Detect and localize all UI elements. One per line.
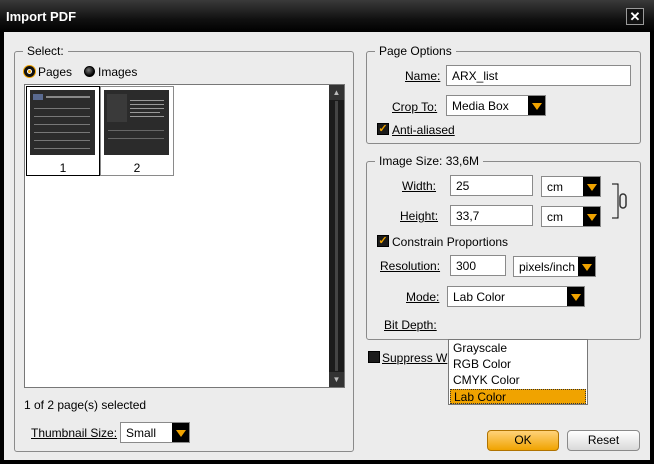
dialog-body: Select: Pages Images 1 2 ▲ ▼ 1 of 2 page…	[4, 32, 650, 460]
height-field[interactable]: 33,7	[450, 205, 533, 226]
images-radio-label[interactable]: Images	[98, 65, 137, 79]
suppress-checkbox[interactable]	[368, 351, 380, 363]
height-unit-value: cm	[547, 210, 563, 224]
resolution-unit-value: pixels/inch	[519, 260, 576, 274]
mode-label: Mode:	[406, 290, 440, 304]
scroll-up-icon[interactable]: ▲	[329, 85, 344, 100]
select-legend: Select:	[27, 44, 64, 58]
image-size-legend: Image Size: 33,6M	[379, 154, 480, 168]
anti-aliased-label[interactable]: Anti-aliased	[392, 123, 455, 137]
scroll-down-icon[interactable]: ▼	[329, 372, 344, 387]
pages-radio[interactable]	[24, 66, 35, 77]
mode-option-cmyk[interactable]: CMYK Color	[450, 373, 586, 388]
page-number-2: 2	[133, 161, 141, 175]
width-field[interactable]: 25	[450, 175, 533, 196]
height-unit-dropdown[interactable]: cm	[541, 206, 601, 227]
constrain-proportions-label[interactable]: Constrain Proportions	[392, 235, 508, 249]
page-preview-1	[30, 90, 95, 155]
thumbnail-size-dropdown[interactable]: Small	[120, 422, 190, 443]
title-bar[interactable]: Import PDF ✕	[0, 0, 654, 32]
page-number-1: 1	[59, 161, 67, 175]
chevron-down-icon[interactable]	[528, 96, 545, 115]
anti-aliased-checkbox[interactable]: ✓	[377, 123, 389, 135]
images-radio[interactable]	[84, 66, 95, 77]
thumbnail-scrollbar[interactable]: ▲ ▼	[329, 85, 344, 387]
mode-dropdown[interactable]: Lab Color	[447, 286, 585, 307]
crop-to-label: Crop To:	[392, 100, 438, 114]
page-thumbnail-2[interactable]: 2	[100, 86, 174, 176]
import-pdf-dialog: Import PDF ✕ Select: Pages Images 1 2 ▲ …	[0, 0, 654, 464]
name-field[interactable]: ARX_list	[446, 65, 631, 86]
height-label: Height:	[400, 209, 439, 223]
width-label: Width:	[402, 179, 437, 193]
close-button[interactable]: ✕	[626, 8, 644, 25]
resolution-field[interactable]: 300	[450, 255, 506, 276]
ok-button[interactable]: OK	[487, 430, 559, 451]
page-preview-2	[104, 90, 169, 155]
window-title: Import PDF	[6, 9, 77, 24]
thumbnail-size-value: Small	[126, 426, 157, 440]
reset-button[interactable]: Reset	[567, 430, 640, 451]
constrain-proportions-checkbox[interactable]: ✓	[377, 235, 389, 247]
page-options-legend: Page Options	[379, 44, 452, 58]
scroll-track[interactable]	[335, 101, 338, 371]
chevron-down-icon[interactable]	[567, 287, 584, 306]
mode-option-lab[interactable]: Lab Color	[450, 389, 586, 404]
mode-value: Lab Color	[453, 290, 506, 304]
mode-dropdown-menu[interactable]: Grayscale RGB Color CMYK Color Lab Color	[448, 339, 588, 405]
name-label: Name:	[405, 69, 441, 83]
page-preview-1-graphic	[30, 90, 95, 155]
page-preview-2-graphic	[104, 90, 169, 155]
chevron-down-icon[interactable]	[583, 207, 600, 226]
chevron-down-icon[interactable]	[578, 257, 595, 276]
thumbnail-size-label: Thumbnail Size:	[31, 426, 118, 440]
chevron-down-icon[interactable]	[172, 423, 189, 442]
page-thumbnail-1[interactable]: 1	[26, 86, 100, 176]
page-thumbnail-list[interactable]: 1 2 ▲ ▼	[24, 84, 345, 388]
pages-radio-label[interactable]: Pages	[38, 65, 72, 79]
width-unit-dropdown[interactable]: cm	[541, 176, 601, 197]
bit-depth-label: Bit Depth:	[384, 318, 437, 332]
selection-status: 1 of 2 page(s) selected	[24, 398, 147, 412]
mode-option-grayscale[interactable]: Grayscale	[450, 341, 586, 356]
suppress-label[interactable]: Suppress W	[382, 351, 447, 365]
resolution-unit-dropdown[interactable]: pixels/inch	[513, 256, 596, 277]
crop-to-dropdown[interactable]: Media Box	[446, 95, 546, 116]
width-unit-value: cm	[547, 180, 563, 194]
crop-to-value: Media Box	[452, 99, 509, 113]
chevron-down-icon[interactable]	[583, 177, 600, 196]
mode-option-rgb[interactable]: RGB Color	[450, 357, 586, 372]
link-chain-icon[interactable]	[610, 182, 628, 222]
resolution-label: Resolution:	[380, 259, 441, 273]
